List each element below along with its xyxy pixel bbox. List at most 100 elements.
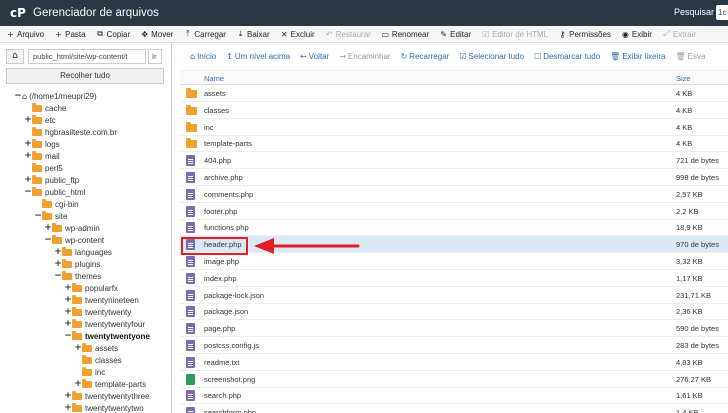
file-row[interactable]: index.php 1,17 KB (180, 270, 728, 287)
tree-item-popularfx[interactable]: + popularfx (64, 282, 118, 294)
tree-item-hgbrasilteste-com-br[interactable]: hgbrasilteste.com.br (24, 126, 117, 138)
home-icon[interactable]: ⌂ (6, 49, 24, 64)
tree-item-classes[interactable]: classes (74, 354, 122, 366)
file-row[interactable]: screenshot.png 276,27 KB (180, 371, 728, 388)
collapse-icon[interactable]: − (44, 235, 52, 245)
file-row[interactable]: inc 4 KB (180, 119, 728, 136)
expand-icon[interactable]: + (24, 115, 32, 125)
file-row[interactable]: readme.txt 4,83 KB (180, 354, 728, 371)
nav-um-n-vel-acima-button[interactable]: ↥ Um nível acima (226, 52, 290, 61)
toolbar-carregar-button[interactable]: ⤒ Carregar (183, 29, 226, 39)
file-row[interactable]: classes 4 KB (180, 102, 728, 119)
collapse-icon[interactable]: − (34, 211, 42, 221)
column-size-header[interactable]: Size (676, 74, 691, 83)
tree-item-public-ftp[interactable]: + public_ftp (24, 174, 79, 186)
tree-item-inc[interactable]: inc (74, 366, 105, 378)
nav-recarregar-button[interactable]: ↻ Recarregar (401, 52, 450, 61)
collapse-icon[interactable]: − (64, 331, 72, 341)
expand-icon[interactable]: + (64, 283, 72, 293)
file-size: 721 de bytes (676, 156, 719, 166)
tree-item-twentytwentyfour[interactable]: + twentytwentyfour (64, 318, 145, 330)
expand-icon[interactable]: + (64, 295, 72, 305)
tree-item-mail[interactable]: + mail (24, 150, 60, 162)
tree-item-home1-meupri29[interactable]: − ⌂ (/home1/meupri29) (14, 90, 96, 102)
toolbar-exibir-button[interactable]: ◉ Exibir (621, 30, 652, 39)
tree-item-cache[interactable]: cache (24, 102, 66, 114)
file-row[interactable]: assets 4 KB (180, 85, 728, 102)
tree-item-twentytwentyone[interactable]: − twentytwentyone (64, 330, 150, 342)
file-row[interactable]: image.php 3,32 KB (180, 253, 728, 270)
nav-in-cio-button[interactable]: ⌂ Início (190, 52, 216, 61)
column-name-header[interactable]: Name (204, 74, 224, 83)
expand-icon[interactable]: + (54, 247, 62, 257)
tree-item-wp-content[interactable]: − wp-content (44, 234, 104, 246)
tree-item-twentynineteen[interactable]: + twentynineteen (64, 294, 139, 306)
tree-item-twentytwenty[interactable]: + twentytwenty (64, 306, 131, 318)
go-button[interactable]: Ir (148, 49, 162, 64)
expand-icon[interactable]: + (24, 139, 32, 149)
expand-icon[interactable]: + (64, 391, 72, 401)
file-row[interactable]: package.json 2,36 KB (180, 303, 728, 321)
tree-item-cgi-bin[interactable]: cgi-bin (34, 198, 79, 210)
tree-item-public-html[interactable]: − public_html (24, 186, 85, 198)
nav-encaminhar-button[interactable]: → Encaminhar (339, 52, 390, 61)
file-row[interactable]: comments.php 2,57 KB (180, 186, 728, 203)
file-row[interactable]: 404.php 721 de bytes (180, 152, 728, 170)
toolbar-excluir-button[interactable]: ✕ Excluir (280, 30, 315, 39)
collapse-icon[interactable]: − (24, 187, 32, 197)
toolbar-renomear-button[interactable]: ▭ Renomear (381, 30, 430, 39)
tree-item-themes[interactable]: − themes (54, 270, 101, 282)
expand-icon[interactable]: + (54, 259, 62, 269)
file-row[interactable]: archive.php 998 de bytes (180, 169, 728, 186)
nav-voltar-button[interactable]: ← Voltar (300, 52, 329, 61)
tree-item-logs[interactable]: + logs (24, 138, 60, 150)
collapse-all-button[interactable]: Recolher tudo (6, 68, 164, 84)
file-row[interactable]: template-parts 4 KB (180, 135, 728, 153)
path-input[interactable]: public_html/site/wp-content/t (28, 49, 146, 64)
toolbar-arquivo-button[interactable]: + Arquivo (6, 30, 44, 39)
tree-item-twentytwentytwo[interactable]: + twentytwentytwo (64, 402, 144, 413)
toolbar-pasta-button[interactable]: + Pasta (54, 30, 85, 39)
file-row[interactable]: footer.php 2,2 KB (180, 203, 728, 220)
nav-selecionar-tudo-button[interactable]: ☑ Selecionar tudo (459, 52, 524, 61)
expand-icon[interactable]: + (24, 151, 32, 161)
expand-icon[interactable]: + (74, 343, 82, 353)
toolbar-restaurar-button[interactable]: ↶ Restaurar (325, 30, 371, 39)
file-row[interactable]: postcss.config.js 283 de bytes (180, 337, 728, 354)
toolbar-editar-button[interactable]: ✎ Editar (439, 30, 471, 39)
toolbar-permiss-es-button[interactable]: ⚷ Permissões (558, 30, 611, 39)
tree-item-wp-admin[interactable]: + wp-admin (44, 222, 100, 234)
tree-item-template-parts[interactable]: + template-parts (74, 378, 146, 390)
toolbar-mover-button[interactable]: ✥ Mover (140, 30, 173, 39)
tree-item-languages[interactable]: + languages (54, 246, 112, 258)
expand-icon[interactable]: + (64, 319, 72, 329)
toolbar-extrair-button[interactable]: ⤢ Extrair (662, 29, 696, 39)
expand-icon[interactable]: + (44, 223, 52, 233)
tree-item-assets[interactable]: + assets (74, 342, 118, 354)
tree-item-plugins[interactable]: + plugins (54, 258, 100, 270)
toolbar-copiar-button[interactable]: ⧉ Copiar (96, 29, 130, 39)
search-input[interactable]: 1c (716, 5, 728, 20)
nav-exibir-lixeira-button[interactable]: 🗑 Exibir lixeira (610, 52, 665, 61)
expand-icon[interactable]: + (74, 379, 82, 389)
navigation-bar: ⌂ Início ↥ Um nível acima ← Voltar → Encaminhar… (180, 49, 728, 63)
plus-icon: + (55, 29, 62, 39)
nav-desmarcar-tudo-button[interactable]: ☐ Desmarcar tudo (534, 52, 600, 61)
toolbar-editor-de-html-button[interactable]: ☑ Editor de HTML (481, 30, 548, 39)
file-row[interactable]: page.php 590 de bytes (180, 320, 728, 338)
expand-icon[interactable]: + (64, 307, 72, 317)
nav-esva-button[interactable]: 🗑 Esva (675, 52, 705, 61)
collapse-icon[interactable]: − (54, 271, 62, 281)
tree-item-twentytwentythree[interactable]: + twentytwentythree (64, 390, 149, 402)
tree-item-etc[interactable]: + etc (24, 114, 56, 126)
file-row[interactable]: searchform.php 1,4 KB (180, 404, 728, 413)
collapse-icon[interactable]: − (14, 91, 22, 101)
expand-icon[interactable]: + (64, 403, 72, 413)
file-row[interactable]: functions.php 18,9 KB (180, 219, 728, 237)
file-row[interactable]: search.php 1,61 KB (180, 387, 728, 405)
expand-icon[interactable]: + (24, 175, 32, 185)
tree-item-perl5[interactable]: perl5 (24, 162, 63, 174)
tree-item-site[interactable]: − site (34, 210, 67, 222)
toolbar-baixar-button[interactable]: ⤓ Baixar (236, 29, 270, 39)
file-row[interactable]: package-lock.json 231,71 KB (180, 287, 728, 304)
